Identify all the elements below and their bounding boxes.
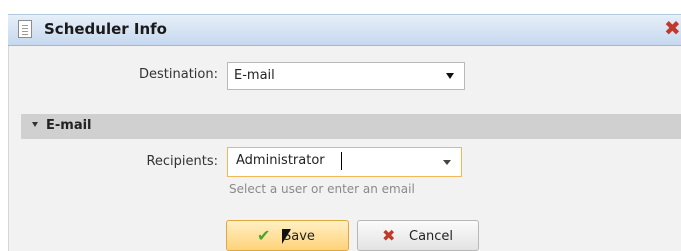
recipients-value: Administrator [236,153,325,168]
text-caret [341,152,342,170]
mouse-cursor [282,229,291,244]
x-icon: ✖ [382,226,396,245]
chevron-down-icon [446,73,454,79]
chevron-down-icon[interactable] [443,160,451,165]
recipients-hint: Select a user or enter an email [229,182,415,196]
destination-label: Destination: [139,67,218,82]
recipients-label: Recipients: [146,154,218,169]
cancel-button[interactable]: ✖ Cancel [357,220,479,251]
section-title: E-mail [46,118,92,133]
close-icon[interactable]: ✖ [664,17,681,39]
cancel-label: Cancel [409,229,454,244]
destination-select[interactable]: E-mail [227,62,465,90]
dialog-title: Scheduler Info [44,20,167,38]
collapse-triangle-icon [32,122,38,127]
checkmark-icon: ✔ [257,226,271,245]
recipients-combobox[interactable]: Administrator [227,147,462,177]
document-icon [18,20,32,38]
email-section-header[interactable]: E-mail [21,114,681,139]
destination-value: E-mail [234,68,275,83]
